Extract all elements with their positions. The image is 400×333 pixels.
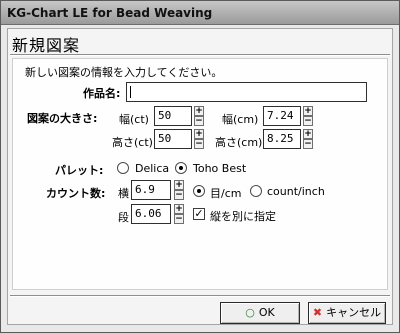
dialog-window: KG-Chart LE for Bead Weaving 新規図案 新しい図案の… [0,0,400,333]
unit-per-inch-radio[interactable] [250,185,262,197]
height-cm-input[interactable]: 8.25 [263,129,301,149]
name-input[interactable] [126,82,367,102]
vertical-count-down-button[interactable]: − [174,214,184,224]
dialog-content: 新規図案 新しい図案の情報を入力してください。 作品名: 図案の大きさ: 幅(c… [7,28,393,325]
height-ct-input[interactable]: 50 [154,129,192,149]
footer-divider [10,295,390,297]
height-ct-down-button[interactable]: − [194,139,204,149]
height-cm-up-button[interactable]: + [303,129,313,139]
unit-per-cm-radio[interactable] [193,185,205,197]
title-bar[interactable]: KG-Chart LE for Bead Weaving [1,1,399,25]
width-ct-input[interactable]: 50 [154,106,192,126]
palette-label: パレット: [55,164,104,177]
palette-delica-label[interactable]: Delica [135,162,169,175]
unit-per-inch-label[interactable]: count/inch [267,185,325,198]
width-ct-down-button[interactable]: − [194,116,204,126]
height-cm-down-button[interactable]: − [303,139,313,149]
ok-button-label: OK [258,306,275,319]
cancel-button-label: キャンセル [326,306,382,319]
vertical-label: 段 [118,211,129,224]
palette-toho-best-label[interactable]: Toho Best [193,162,246,175]
height-ct-stepper[interactable]: + − [194,129,204,149]
heading-divider [10,54,390,56]
name-label: 作品名: [83,87,121,100]
width-cm-label: 幅(cm) [222,113,259,126]
palette-toho-best-radio[interactable] [175,162,187,174]
dialog-heading: 新規図案 [12,36,81,55]
unit-per-cm-label[interactable]: 目/cm [210,185,241,201]
cancel-button[interactable]: ✖ キャンセル [308,302,386,324]
height-cm-stepper[interactable]: + − [303,129,313,149]
width-ct-up-button[interactable]: + [194,106,204,116]
width-cm-stepper[interactable]: + − [303,106,313,126]
horizontal-count-up-button[interactable]: + [174,180,184,190]
width-ct-stepper[interactable]: + − [194,106,204,126]
horizontal-count-stepper[interactable]: + − [174,180,184,200]
ok-circle-icon: ○ [245,306,255,319]
height-ct-label: 高さ(ct) [112,136,153,149]
instruction-text: 新しい図案の情報を入力してください。 [25,66,223,79]
width-cm-up-button[interactable]: + [303,106,313,116]
separate-vertical-checkbox[interactable]: ✓ [193,208,205,220]
size-label: 図案の大きさ: [27,112,98,125]
cancel-x-icon: ✖ [312,306,323,319]
horizontal-count-input[interactable]: 6.9 [131,180,171,200]
vertical-count-up-button[interactable]: + [174,204,184,214]
width-ct-label: 幅(ct) [119,113,149,126]
height-ct-up-button[interactable]: + [194,129,204,139]
ok-button[interactable]: ○ OK [220,302,300,324]
form-panel: 新しい図案の情報を入力してください。 作品名: 図案の大きさ: 幅(ct) 50… [12,58,388,290]
vertical-count-stepper[interactable]: + − [174,204,184,224]
horizontal-label: 横 [118,187,129,200]
width-cm-input[interactable]: 7.24 [263,106,301,126]
separate-vertical-label[interactable]: 縦を別に指定 [210,208,276,224]
palette-delica-radio[interactable] [117,162,129,174]
window-title: KG-Chart LE for Bead Weaving [7,6,213,20]
height-cm-label: 高さ(cm) [215,136,263,149]
horizontal-count-down-button[interactable]: − [174,190,184,200]
count-label: カウント数: [46,187,106,200]
width-cm-down-button[interactable]: − [303,116,313,126]
vertical-count-input[interactable]: 6.06 [131,204,171,224]
text-cursor [130,86,131,98]
